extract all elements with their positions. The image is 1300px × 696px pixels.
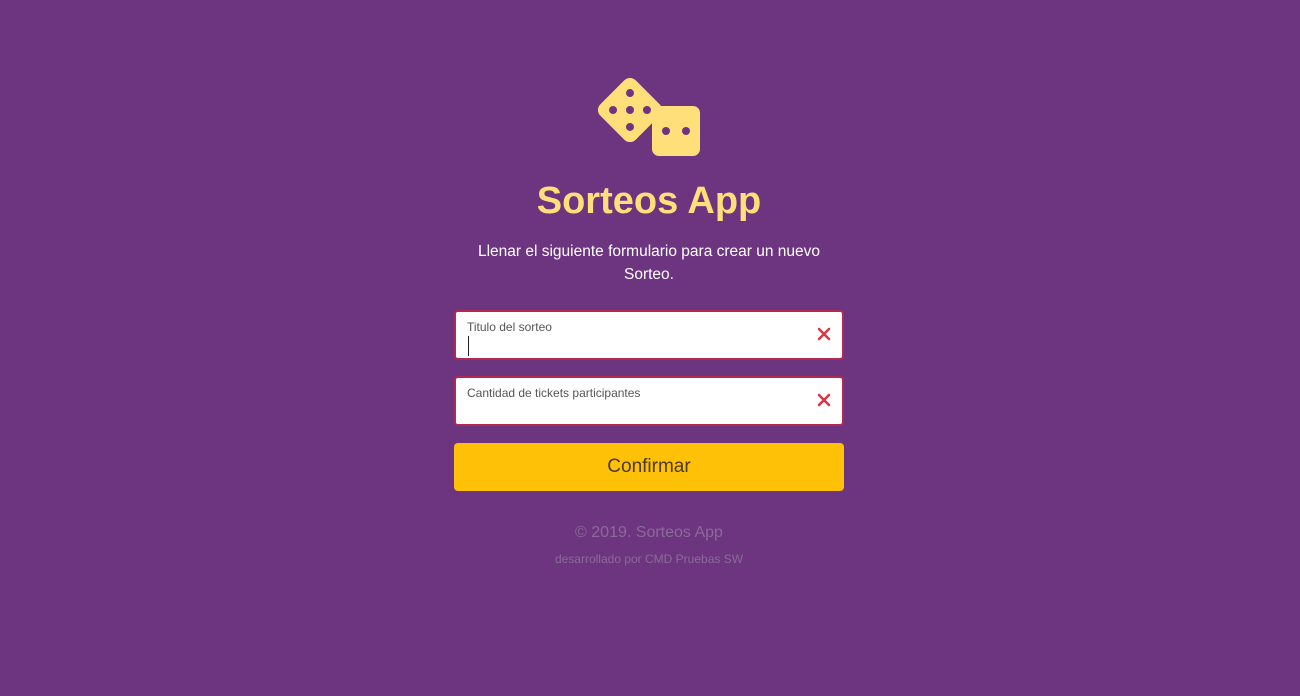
title-field-label: Titulo del sorteo: [467, 320, 552, 334]
dice-icon: [597, 77, 700, 156]
tickets-field[interactable]: Cantidad de tickets participantes: [454, 376, 844, 426]
close-icon: [817, 393, 831, 407]
text-caret: [468, 336, 469, 356]
app-title: Sorteos App: [536, 180, 762, 222]
close-icon: [817, 327, 831, 341]
tickets-input[interactable]: [466, 402, 796, 422]
tickets-field-label: Cantidad de tickets participantes: [467, 386, 641, 400]
title-field[interactable]: Titulo del sorteo: [454, 310, 844, 360]
footer-copyright: © 2019. Sorteos App: [575, 524, 723, 541]
form-subtitle: Llenar el siguiente formulario para crea…: [477, 243, 821, 283]
confirm-button[interactable]: Confirmar: [454, 443, 844, 491]
footer-developer: desarrollado por CMD Pruebas SW: [554, 552, 744, 566]
title-input[interactable]: [466, 336, 796, 356]
